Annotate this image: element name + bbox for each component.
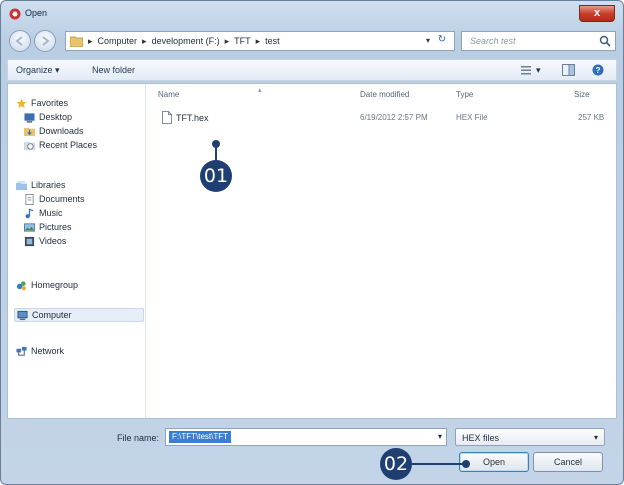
sidebar-label: Computer — [32, 310, 72, 320]
file-type: HEX File — [456, 113, 488, 122]
content-pane: Favorites Desktop Downloads Recent Place… — [7, 83, 617, 419]
sidebar-label: Videos — [39, 236, 67, 246]
address-bar[interactable]: ▸ Computer ▸ development (F:) ▸ TFT ▸ te… — [65, 31, 455, 51]
navigation-bar: ▸ Computer ▸ development (F:) ▸ TFT ▸ te… — [1, 27, 623, 57]
file-name-label: File name: — [117, 433, 160, 443]
sidebar-label: Network — [31, 346, 65, 356]
breadcrumb-separator-icon: ▸ — [142, 36, 147, 46]
sort-up-icon: ▴ — [258, 87, 262, 94]
column-header-name[interactable]: Name — [158, 90, 179, 99]
column-header-type[interactable]: Type — [456, 90, 473, 99]
star-icon — [16, 97, 27, 108]
callout-connector — [410, 463, 466, 465]
pictures-icon — [24, 222, 35, 232]
sidebar-label: Recent Places — [39, 140, 98, 150]
file-date: 6/19/2012 2:57 PM — [360, 113, 428, 122]
desktop-icon — [24, 112, 35, 123]
address-dropdown-icon[interactable]: ▾ — [426, 36, 430, 45]
column-header-size[interactable]: Size — [574, 90, 590, 99]
refresh-icon[interactable]: ↻ — [434, 34, 450, 48]
network-icon — [16, 346, 27, 356]
file-name-input[interactable]: F:\TFT\test\TFT ▾ — [165, 428, 447, 446]
sidebar-label: Music — [39, 208, 63, 218]
sidebar-item-music[interactable]: Music — [24, 206, 63, 220]
sidebar-item-downloads[interactable]: Downloads — [24, 124, 84, 138]
help-icon[interactable]: ? — [592, 64, 604, 76]
breadcrumb-computer[interactable]: Computer — [98, 36, 138, 47]
sidebar-item-recent-places[interactable]: Recent Places — [24, 138, 97, 152]
sidebar-item-favorites[interactable]: Favorites — [16, 96, 68, 110]
callout-badge-01: 01 — [200, 160, 232, 192]
search-box[interactable]: Search test — [461, 31, 616, 51]
breadcrumb-test[interactable]: test — [265, 36, 280, 47]
sidebar-item-homegroup[interactable]: Homegroup — [16, 278, 78, 292]
folder-icon — [70, 36, 83, 47]
file-name-dropdown-icon[interactable]: ▾ — [438, 432, 442, 441]
svg-text:?: ? — [596, 66, 601, 75]
breadcrumb: ▸ Computer ▸ development (F:) ▸ TFT ▸ te… — [88, 36, 280, 47]
sidebar-label: Downloads — [39, 126, 84, 136]
view-dropdown-icon[interactable]: ▾ — [536, 65, 541, 76]
callout-pointer-dot — [462, 460, 470, 468]
sidebar-item-desktop[interactable]: Desktop — [24, 110, 72, 124]
recent-places-icon — [24, 141, 35, 150]
sidebar-item-network[interactable]: Network — [16, 344, 64, 358]
breadcrumb-drive[interactable]: development (F:) — [152, 36, 220, 47]
preview-pane-icon[interactable] — [562, 64, 575, 76]
libraries-icon — [16, 180, 27, 190]
file-name-value: F:\TFT\test\TFT — [169, 431, 231, 443]
close-button[interactable]: x — [579, 5, 615, 22]
back-button[interactable] — [9, 30, 31, 52]
documents-icon — [25, 193, 34, 205]
open-dialog: Open x ▸ Computer ▸ development (F:) ▸ T… — [0, 0, 624, 485]
command-toolbar: Organize ▾ New folder ▾ ? — [7, 59, 617, 81]
file-icon — [162, 111, 172, 124]
forward-button[interactable] — [34, 30, 56, 52]
app-icon — [9, 8, 21, 20]
sidebar-item-pictures[interactable]: Pictures — [24, 220, 72, 234]
cancel-button[interactable]: Cancel — [533, 452, 603, 472]
search-placeholder: Search test — [470, 36, 516, 46]
downloads-folder-icon — [24, 127, 35, 136]
forward-arrow-icon — [42, 36, 50, 46]
view-options-icon[interactable] — [520, 64, 532, 76]
breadcrumb-tft[interactable]: TFT — [234, 36, 251, 47]
sidebar-item-documents[interactable]: Documents — [24, 192, 85, 206]
file-name[interactable]: TFT.hex — [176, 113, 209, 123]
close-icon: x — [593, 7, 601, 19]
music-icon — [25, 208, 34, 218]
file-size: 257 KB — [578, 113, 605, 122]
search-icon[interactable] — [599, 35, 611, 47]
sidebar-label: Homegroup — [31, 280, 79, 290]
computer-icon — [17, 310, 28, 320]
file-row[interactable]: TFT.hex 6/19/2012 2:57 PM HEX File 257 K… — [156, 110, 616, 126]
sidebar-item-computer[interactable]: Computer — [14, 308, 144, 322]
callout-badge-02: 02 — [380, 448, 412, 480]
sidebar-item-libraries[interactable]: Libraries — [16, 178, 66, 192]
window-title: Open — [25, 8, 48, 18]
new-folder-button[interactable]: New folder — [92, 65, 135, 75]
sidebar-label: Favorites — [31, 98, 69, 108]
breadcrumb-separator-icon: ▸ — [224, 36, 230, 46]
sidebar-label: Pictures — [39, 222, 72, 232]
file-type-value: HEX files — [462, 433, 500, 443]
homegroup-icon — [16, 280, 26, 290]
breadcrumb-separator-icon: ▸ — [255, 36, 261, 46]
sidebar-label: Documents — [39, 194, 85, 204]
videos-icon — [24, 236, 35, 246]
file-type-select[interactable]: HEX files ▾ — [455, 428, 605, 446]
title-bar: Open x — [1, 1, 623, 27]
file-type-dropdown-icon: ▾ — [593, 433, 598, 442]
sidebar-item-videos[interactable]: Videos — [24, 234, 66, 248]
back-arrow-icon — [15, 36, 23, 46]
navigation-sidebar: Favorites Desktop Downloads Recent Place… — [8, 84, 146, 418]
sidebar-label: Libraries — [31, 180, 66, 190]
breadcrumb-separator-icon: ▸ — [88, 36, 93, 46]
sidebar-label: Desktop — [39, 112, 73, 122]
column-header-date[interactable]: Date modified — [360, 90, 409, 99]
organize-button[interactable]: Organize ▾ — [16, 65, 60, 76]
